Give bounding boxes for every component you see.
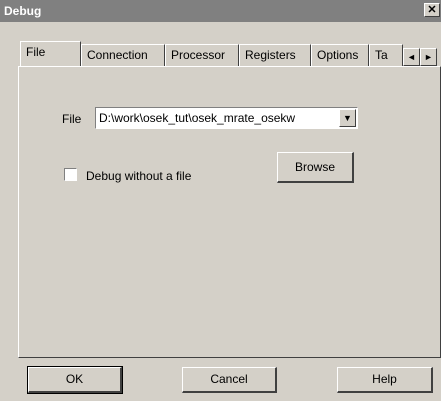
tab-label: Processor [171, 48, 226, 62]
window-title: Debug [4, 4, 42, 18]
file-label: File [62, 112, 82, 126]
ok-button[interactable]: OK [27, 366, 123, 394]
tab-label: Connection [87, 48, 148, 62]
browse-button[interactable]: Browse [277, 152, 354, 183]
close-button[interactable]: ✕ [424, 3, 440, 17]
title-bar: Debug ✕ [0, 0, 441, 22]
chevron-down-icon: ▼ [343, 113, 352, 123]
tab-processor[interactable]: Processor [165, 44, 239, 66]
dropdown-button[interactable]: ▼ [339, 109, 356, 127]
close-icon: ✕ [427, 4, 437, 16]
tab-file[interactable]: File [20, 41, 81, 66]
tab-registers[interactable]: Registers [239, 44, 311, 66]
debug-without-file-label[interactable]: Debug without a file [86, 169, 191, 183]
cancel-button[interactable]: Cancel [182, 367, 277, 393]
debug-without-file-checkbox[interactable] [64, 168, 77, 181]
browse-label: Browse [294, 160, 335, 174]
tab-scroll-left-button[interactable]: ◄ [403, 48, 420, 66]
tab-label: Options [317, 48, 359, 62]
file-path-value: D:\work\osek_tut\osek_mrate_osekw [99, 111, 296, 125]
arrow-left-icon: ◄ [407, 52, 416, 62]
tab-options[interactable]: Options [311, 44, 369, 66]
help-button[interactable]: Help [337, 367, 433, 393]
arrow-right-icon: ► [424, 52, 433, 62]
tab-ta[interactable]: Ta [369, 44, 403, 66]
file-path-combobox[interactable]: D:\work\osek_tut\osek_mrate_osekw ▼ [95, 107, 358, 129]
tab-scroll-right-button[interactable]: ► [420, 48, 437, 66]
cancel-label: Cancel [210, 372, 248, 386]
tab-connection[interactable]: Connection [81, 44, 165, 66]
tab-label: File [26, 45, 46, 59]
tab-label: Registers [245, 48, 296, 62]
help-label: Help [372, 372, 397, 386]
ok-label: OK [65, 372, 84, 386]
tab-label: Ta [375, 48, 388, 62]
